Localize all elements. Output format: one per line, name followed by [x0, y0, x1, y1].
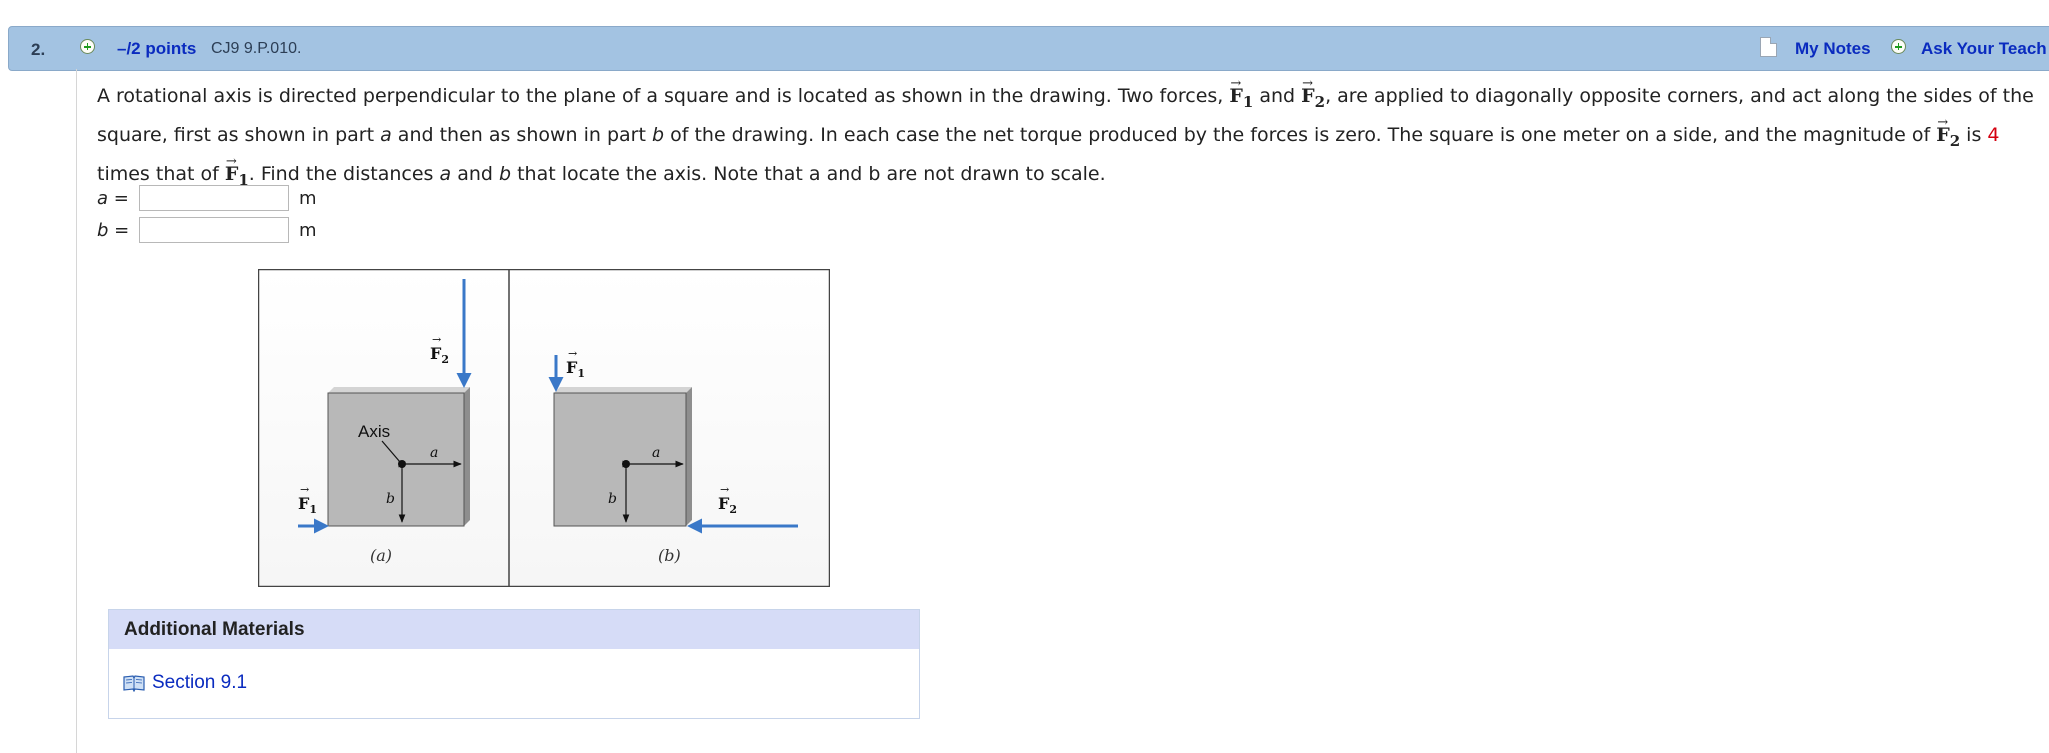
- problem-figure: Axis a b F2 → F1 → (a) a b F1 → F2 → (b): [258, 269, 830, 587]
- square-a: [327, 392, 465, 527]
- caption-a: (a): [370, 546, 392, 565]
- answer-b-input[interactable]: [139, 217, 289, 243]
- square-a-top-edge: [328, 387, 470, 393]
- problem-statement: A rotational axis is directed perpendicu…: [97, 76, 2049, 196]
- vector-f1: → F1: [1229, 76, 1254, 111]
- axis-point-b: [622, 460, 630, 468]
- square-b-side-edge: [686, 387, 692, 526]
- axis-label: Axis: [358, 422, 390, 441]
- ask-your-teacher-link[interactable]: Ask Your Teach: [1921, 39, 2047, 59]
- multiplier-value: 4: [1987, 123, 2000, 146]
- dim-b-label-b: b: [608, 491, 617, 507]
- svg-text:→: →: [568, 347, 577, 360]
- notes-page-icon[interactable]: [1760, 37, 1777, 57]
- dim-a-label: a: [430, 445, 438, 461]
- additional-materials-header: Additional Materials: [109, 610, 919, 649]
- square-a-side-edge: [464, 387, 470, 526]
- section-9-1-link[interactable]: Section 9.1: [152, 672, 247, 694]
- content-left-divider: [76, 69, 77, 753]
- axis-point-a: [398, 460, 406, 468]
- question-number: 2.: [31, 40, 46, 59]
- section-link[interactable]: Section 9.1: [123, 672, 247, 694]
- square-b-top-edge: [554, 387, 692, 393]
- question-header-bar: 2. –/2 points CJ9 9.P.010. My Notes Ask …: [8, 26, 2049, 71]
- expand-plus-icon[interactable]: [80, 39, 95, 54]
- caption-b: (b): [658, 546, 681, 565]
- vector-f2: → F2: [1936, 114, 1961, 150]
- svg-text:→: →: [432, 333, 441, 346]
- unit-label: m: [299, 220, 317, 241]
- question-id: CJ9 9.P.010.: [211, 40, 302, 57]
- square-b: [553, 392, 687, 527]
- answer-a-input[interactable]: [139, 185, 289, 211]
- my-notes-link[interactable]: My Notes: [1795, 39, 1871, 59]
- book-icon: [123, 675, 145, 692]
- dim-b-label: b: [386, 491, 395, 507]
- points-link[interactable]: –/2 points: [117, 39, 196, 59]
- unit-label: m: [299, 188, 317, 209]
- dim-a-label-b: a: [652, 445, 660, 461]
- svg-text:→: →: [300, 483, 309, 496]
- ask-teacher-plus-icon[interactable]: [1891, 39, 1906, 54]
- additional-materials-panel: Additional Materials Section 9.1: [108, 609, 920, 719]
- svg-text:→: →: [720, 483, 729, 496]
- vector-f2: → F2: [1301, 76, 1326, 111]
